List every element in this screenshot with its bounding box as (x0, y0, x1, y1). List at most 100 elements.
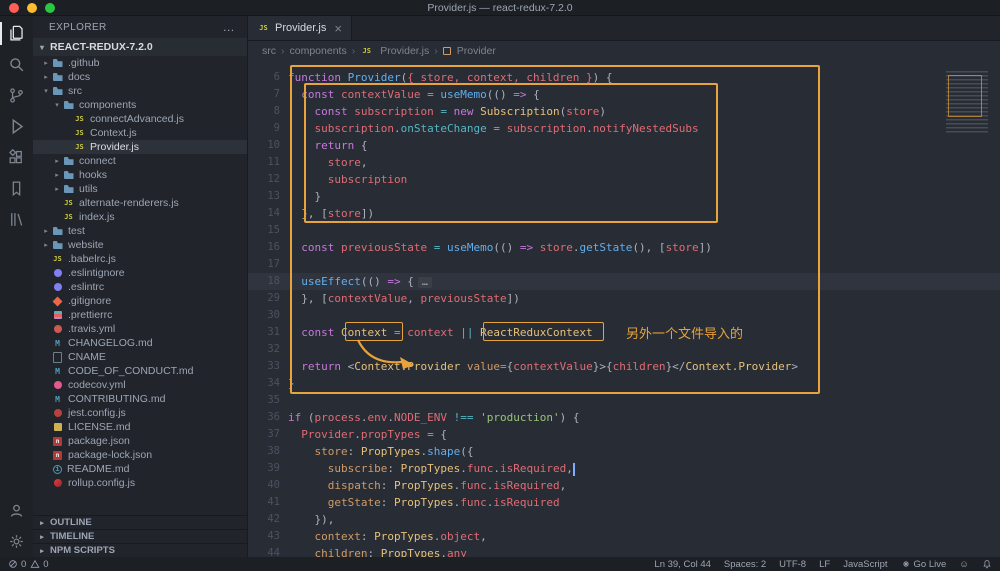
indentation-setting[interactable]: Spaces: 2 (724, 559, 766, 570)
code-line-16[interactable]: 16 const previousState = useMemo(() => s… (248, 239, 1000, 256)
tree-item-components[interactable]: ▾components (33, 98, 247, 112)
tree-item-utils[interactable]: ▸utils (33, 182, 247, 196)
tree-item-src[interactable]: ▾src (33, 84, 247, 98)
close-window-button[interactable] (9, 3, 19, 13)
explorer-icon[interactable] (0, 18, 33, 49)
code-line-14[interactable]: 14 }, [store]) (248, 205, 1000, 222)
tree-item-provider-js[interactable]: JSProvider.js (33, 140, 247, 154)
breadcrumb-components[interactable]: components (290, 45, 347, 57)
code-line-38[interactable]: 38 store: PropTypes.shape({ (248, 443, 1000, 460)
code-line-36[interactable]: 36if (process.env.NODE_ENV !== 'producti… (248, 409, 1000, 426)
npm-scripts-section[interactable]: ▸ NPM SCRIPTS (33, 543, 247, 557)
notifications-bell-icon[interactable] (982, 559, 992, 569)
code-line-32[interactable]: 32 (248, 341, 1000, 358)
code-line-18[interactable]: 18 useEffect(() => {… (248, 273, 1000, 290)
tree-item-rollup-config-js[interactable]: rollup.config.js (33, 476, 247, 490)
code-line-9[interactable]: 9 subscription.onStateChange = subscript… (248, 120, 1000, 137)
code-line-33[interactable]: 33 return <Context.Provider value={conte… (248, 358, 1000, 375)
code-editor[interactable]: 6function Provider({ store, context, chi… (248, 61, 1000, 557)
language-mode[interactable]: JavaScript (843, 559, 887, 570)
project-section-header[interactable]: ▾ REACT-REDUX-7.2.0 (33, 38, 247, 56)
maximize-window-button[interactable] (45, 3, 55, 13)
errors-indicator[interactable]: 0 (8, 559, 26, 570)
cursor-position[interactable]: Ln 39, Col 44 (654, 559, 711, 570)
tree-item-cname[interactable]: CNAME (33, 350, 247, 364)
tree-item-connect[interactable]: ▸connect (33, 154, 247, 168)
tree-item-context-js[interactable]: JSContext.js (33, 126, 247, 140)
code-line-41[interactable]: 41 getState: PropTypes.func.isRequired (248, 494, 1000, 511)
encoding-setting[interactable]: UTF-8 (779, 559, 806, 570)
code-line-29[interactable]: 29 }, [contextValue, previousState]) (248, 290, 1000, 307)
code-line-34[interactable]: 34} (248, 375, 1000, 392)
close-tab-icon[interactable]: × (334, 22, 342, 35)
tree-item-website[interactable]: ▸website (33, 238, 247, 252)
tree-item-docs[interactable]: ▸docs (33, 70, 247, 84)
broadcast-icon (901, 559, 911, 569)
code-line-44[interactable]: 44 children: PropTypes.any (248, 545, 1000, 557)
tree-item-codecov-yml[interactable]: codecov.yml (33, 378, 247, 392)
breadcrumb-provider-file[interactable]: JS Provider.js (360, 45, 429, 57)
tree-item--github[interactable]: ▸.github (33, 56, 247, 70)
tab-provider-js[interactable]: JS Provider.js × (248, 16, 352, 40)
tree-item-test[interactable]: ▸test (33, 224, 247, 238)
run-debug-icon[interactable] (0, 111, 33, 142)
tree-item-package-lock-json[interactable]: npackage-lock.json (33, 448, 247, 462)
code-line-37[interactable]: 37 Provider.propTypes = { (248, 426, 1000, 443)
source-control-icon[interactable] (0, 80, 33, 111)
breadcrumb-provider-symbol[interactable]: Provider (443, 45, 496, 57)
code-line-10[interactable]: 10 return { (248, 137, 1000, 154)
code-line-17[interactable]: 17 (248, 256, 1000, 273)
code-line-43[interactable]: 43 context: PropTypes.object, (248, 528, 1000, 545)
code-line-42[interactable]: 42 }), (248, 511, 1000, 528)
breadcrumb-src[interactable]: src (262, 45, 276, 57)
code-line-6[interactable]: 6function Provider({ store, context, chi… (248, 69, 1000, 86)
code-line-31[interactable]: 31 const Context = context || ReactRedux… (248, 324, 1000, 341)
tree-item-license-md[interactable]: LICENSE.md (33, 420, 247, 434)
tree-item-package-json[interactable]: npackage.json (33, 434, 247, 448)
code-line-8[interactable]: 8 const subscription = new Subscription(… (248, 103, 1000, 120)
search-icon[interactable] (0, 49, 33, 80)
code-line-30[interactable]: 30 (248, 307, 1000, 324)
code-line-40[interactable]: 40 dispatch: PropTypes.func.isRequired, (248, 477, 1000, 494)
tree-item-index-js[interactable]: JSindex.js (33, 210, 247, 224)
code-text: children: PropTypes.any (288, 545, 467, 557)
go-live-button[interactable]: Go Live (901, 559, 947, 570)
tree-item--babelrc-js[interactable]: JS.babelrc.js (33, 252, 247, 266)
tree-item-readme-md[interactable]: iREADME.md (33, 462, 247, 476)
account-icon[interactable] (0, 495, 33, 526)
tree-item-contributing-md[interactable]: MCONTRIBUTING.md (33, 392, 247, 406)
tree-item--prettierrc[interactable]: .prettierrc (33, 308, 247, 322)
code-line-13[interactable]: 13 } (248, 188, 1000, 205)
tree-item-connectadvanced-js[interactable]: JSconnectAdvanced.js (33, 112, 247, 126)
warnings-indicator[interactable]: 0 (30, 559, 48, 570)
feedback-smiley-icon[interactable]: ☺ (959, 559, 969, 570)
tree-item--eslintignore[interactable]: .eslintignore (33, 266, 247, 280)
extensions-icon[interactable] (0, 142, 33, 173)
tree-item-code-of-conduct-md[interactable]: MCODE_OF_CONDUCT.md (33, 364, 247, 378)
bookmarks-icon[interactable] (0, 173, 33, 204)
code-line-39[interactable]: 39 subscribe: PropTypes.func.isRequired, (248, 460, 1000, 477)
timeline-section[interactable]: ▸ TIMELINE (33, 529, 247, 543)
settings-gear-icon[interactable] (0, 526, 33, 557)
tree-item-changelog-md[interactable]: MCHANGELOG.md (33, 336, 247, 350)
folded-code-icon[interactable]: … (418, 277, 432, 288)
tree-item-jest-config-js[interactable]: jest.config.js (33, 406, 247, 420)
eol-setting[interactable]: LF (819, 559, 830, 570)
line-number: 34 (248, 375, 288, 392)
tree-item-alternate-renderers-js[interactable]: JSalternate-renderers.js (33, 196, 247, 210)
minimap[interactable] (946, 71, 988, 133)
code-line-11[interactable]: 11 store, (248, 154, 1000, 171)
code-line-35[interactable]: 35 (248, 392, 1000, 409)
tree-item--eslintrc[interactable]: .eslintrc (33, 280, 247, 294)
tree-item-hooks[interactable]: ▸hooks (33, 168, 247, 182)
tree-item--gitignore[interactable]: .gitignore (33, 294, 247, 308)
code-line-7[interactable]: 7 const contextValue = useMemo(() => { (248, 86, 1000, 103)
file-name: codecov.yml (68, 379, 126, 391)
code-line-15[interactable]: 15 (248, 222, 1000, 239)
remote-explorer-icon[interactable] (0, 204, 33, 235)
more-actions-icon[interactable]: … (223, 20, 235, 34)
tree-item--travis-yml[interactable]: .travis.yml (33, 322, 247, 336)
minimize-window-button[interactable] (27, 3, 37, 13)
code-line-12[interactable]: 12 subscription (248, 171, 1000, 188)
outline-section[interactable]: ▸ OUTLINE (33, 515, 247, 529)
